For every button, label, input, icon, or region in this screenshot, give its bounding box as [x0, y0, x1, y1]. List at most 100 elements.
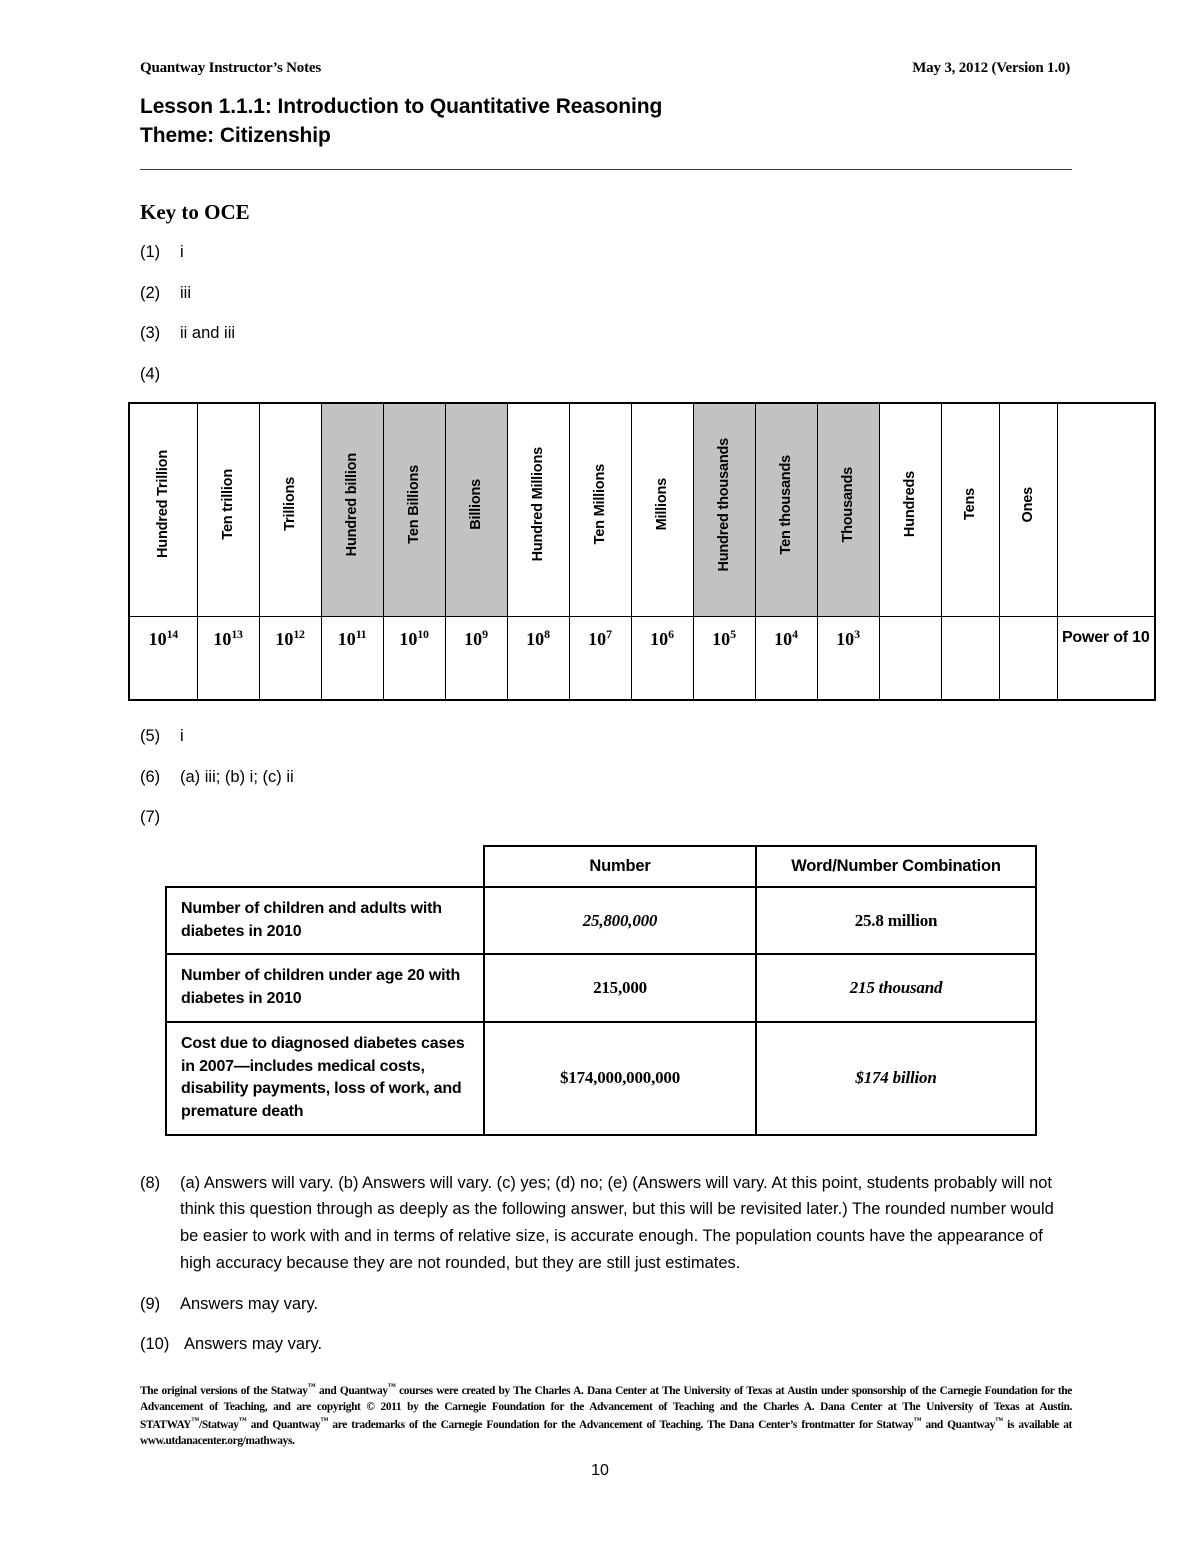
answer-text: (a) Answers will vary. (b) Answers will … [180, 1173, 1054, 1272]
title-divider [140, 168, 1072, 170]
answer-item-10: (10) Answers may vary. [140, 1331, 1070, 1358]
pv-header-cell-7: Ten Millions [568, 402, 632, 617]
column-header-number: Number [483, 844, 757, 888]
pv-power-cell-4: 1010 [382, 615, 446, 701]
pv-power-cell-2: 1012 [258, 615, 322, 701]
pv-power-cell-11: 103 [816, 615, 880, 701]
column-header-wordnumber: Word/Number Combination [755, 844, 1037, 888]
pv-power-exp: 13 [231, 626, 243, 641]
pv-power-exp: 3 [854, 626, 860, 641]
pv-power-cell-5: 109 [444, 615, 508, 701]
row-word-value: 215 thousand [755, 953, 1037, 1023]
pv-power-base: 10 [148, 628, 167, 649]
pv-header-label: Millions [653, 478, 670, 531]
answer-number: (10) [140, 1335, 170, 1354]
answer-item-9: (9) Answers may vary. [140, 1291, 1070, 1318]
trademark-icon: ™ [191, 1416, 199, 1426]
place-value-table: Hundred Trillion Ten trillion Trillions … [128, 401, 1156, 701]
pv-header-cell-14: Ones [998, 402, 1058, 617]
pv-power-base: 10 [337, 628, 356, 649]
footnote-part-6: are trademarks of the Carnegie Foundatio… [328, 1418, 914, 1431]
footnote-part-2: and Quantway [315, 1384, 388, 1397]
pv-header-label: Hundred Trillion [155, 450, 171, 559]
pv-power-cell-12 [878, 615, 942, 701]
answer-item-7: (7) [140, 804, 1070, 831]
pv-power-base: 10 [213, 628, 232, 649]
answer-number: (6) [140, 767, 161, 786]
pv-power-base: 10 [275, 628, 294, 649]
pv-power-row-label: Power of 10 [1056, 615, 1156, 701]
table-header-row: Number Word/Number Combination [166, 844, 1037, 888]
table-row: Cost due to diagnosed diabetes cases in … [165, 1020, 1037, 1136]
pv-power-base: 10 [399, 628, 418, 649]
row-label: Number of children and adults with diabe… [165, 885, 485, 956]
row-number-value: 215,000 [483, 953, 757, 1023]
pv-power-exp: 5 [730, 626, 736, 641]
pv-power-exp: 9 [482, 626, 488, 641]
trademark-icon: ™ [320, 1416, 329, 1426]
pv-power-exp: 7 [606, 626, 612, 641]
pv-power-cell-6: 108 [506, 615, 570, 701]
answer-text: i [180, 726, 184, 745]
pv-power-exp: 14 [166, 626, 179, 641]
pv-power-base: 10 [836, 628, 855, 649]
footnote-part-7: and Quantway [921, 1418, 996, 1431]
answer-item-2: (2) iii [140, 280, 1070, 307]
footnote-part-1: The original versions of the Statway [140, 1384, 308, 1397]
pv-power-base: 10 [588, 628, 607, 649]
document-page: Quantway Instructor’s Notes May 3, 2012 … [0, 0, 1200, 1553]
answer-item-3: (3) ii and iii [140, 320, 1070, 347]
pv-power-cell-0: 1014 [128, 615, 198, 701]
pv-header-label: Hundred billion [343, 452, 360, 556]
pv-power-cell-7: 107 [568, 615, 632, 701]
copyright-footnote: The original versions of the Statway ™ an… [140, 1381, 1072, 1449]
pv-header-cell-6: Hundred Millions [506, 402, 570, 617]
pv-power-base: 10 [526, 628, 545, 649]
pv-power-base: 10 [712, 628, 731, 649]
place-value-chart: Hundred Trillion Ten trillion Trillions … [128, 401, 1156, 701]
diabetes-data-table: Number Word/Number Combination Number of… [165, 844, 1037, 1136]
footnote-part-4: /Statway [199, 1418, 239, 1431]
pv-power-exp: 10 [417, 626, 429, 641]
answer-item-4: (4) [140, 361, 1070, 388]
pv-power-exp: 4 [792, 626, 798, 641]
answer-number: (7) [140, 808, 161, 827]
answer-number: (3) [140, 324, 161, 343]
pv-header-cell-1: Ten trillion [196, 402, 260, 617]
place-value-power-row: 1014 1013 1012 1011 1010 109 108 107 106… [128, 615, 1156, 701]
pv-header-label: Ten Millions [591, 464, 608, 545]
table-corner-cell [166, 846, 484, 887]
pv-header-label: Ones [1019, 486, 1036, 523]
pv-header-cell-8: Millions [630, 402, 694, 617]
row-label: Cost due to diagnosed diabetes cases in … [165, 1020, 485, 1136]
table-row: Number of children and adults with diabe… [165, 885, 1037, 956]
pv-header-label: Tens [961, 488, 978, 521]
pv-power-exp: 8 [544, 626, 550, 641]
pv-power-cell-3: 1011 [320, 615, 384, 701]
answer-number: (1) [140, 242, 161, 261]
pv-header-cell-10: Ten thousands [754, 402, 818, 617]
page-title: Key to OCE [140, 199, 250, 224]
row-label: Number of children under age 20 with dia… [165, 953, 485, 1023]
pv-power-cell-13 [940, 615, 1000, 701]
pv-header-label: Ten thousands [777, 454, 794, 555]
pv-header-label: Ten Billions [405, 464, 422, 544]
answer-number: (2) [140, 283, 161, 302]
answer-text: (a) iii; (b) i; (c) ii [180, 767, 294, 786]
answer-text: i [180, 242, 184, 261]
answer-text: iii [180, 283, 191, 302]
pv-power-exp: 6 [668, 626, 674, 641]
pv-header-label: Billions [467, 478, 484, 530]
pv-power-cell-10: 104 [754, 615, 818, 701]
answer-text: ii and iii [180, 324, 236, 343]
answer-text: Answers may vary. [180, 1294, 319, 1313]
pv-power-base: 10 [464, 628, 483, 649]
pv-header-label: Hundred thousands [715, 437, 732, 572]
pv-header-cell-2: Trillions [258, 402, 322, 617]
pv-power-base: 10 [774, 628, 793, 649]
pv-header-cell-5: Billions [444, 402, 508, 617]
lesson-title: Lesson 1.1.1: Introduction to Quantitati… [140, 95, 663, 118]
page-number: 10 [591, 1462, 609, 1479]
pv-header-cell-15 [1056, 402, 1156, 617]
answer-item-6: (6) (a) iii; (b) i; (c) ii [140, 764, 1070, 791]
